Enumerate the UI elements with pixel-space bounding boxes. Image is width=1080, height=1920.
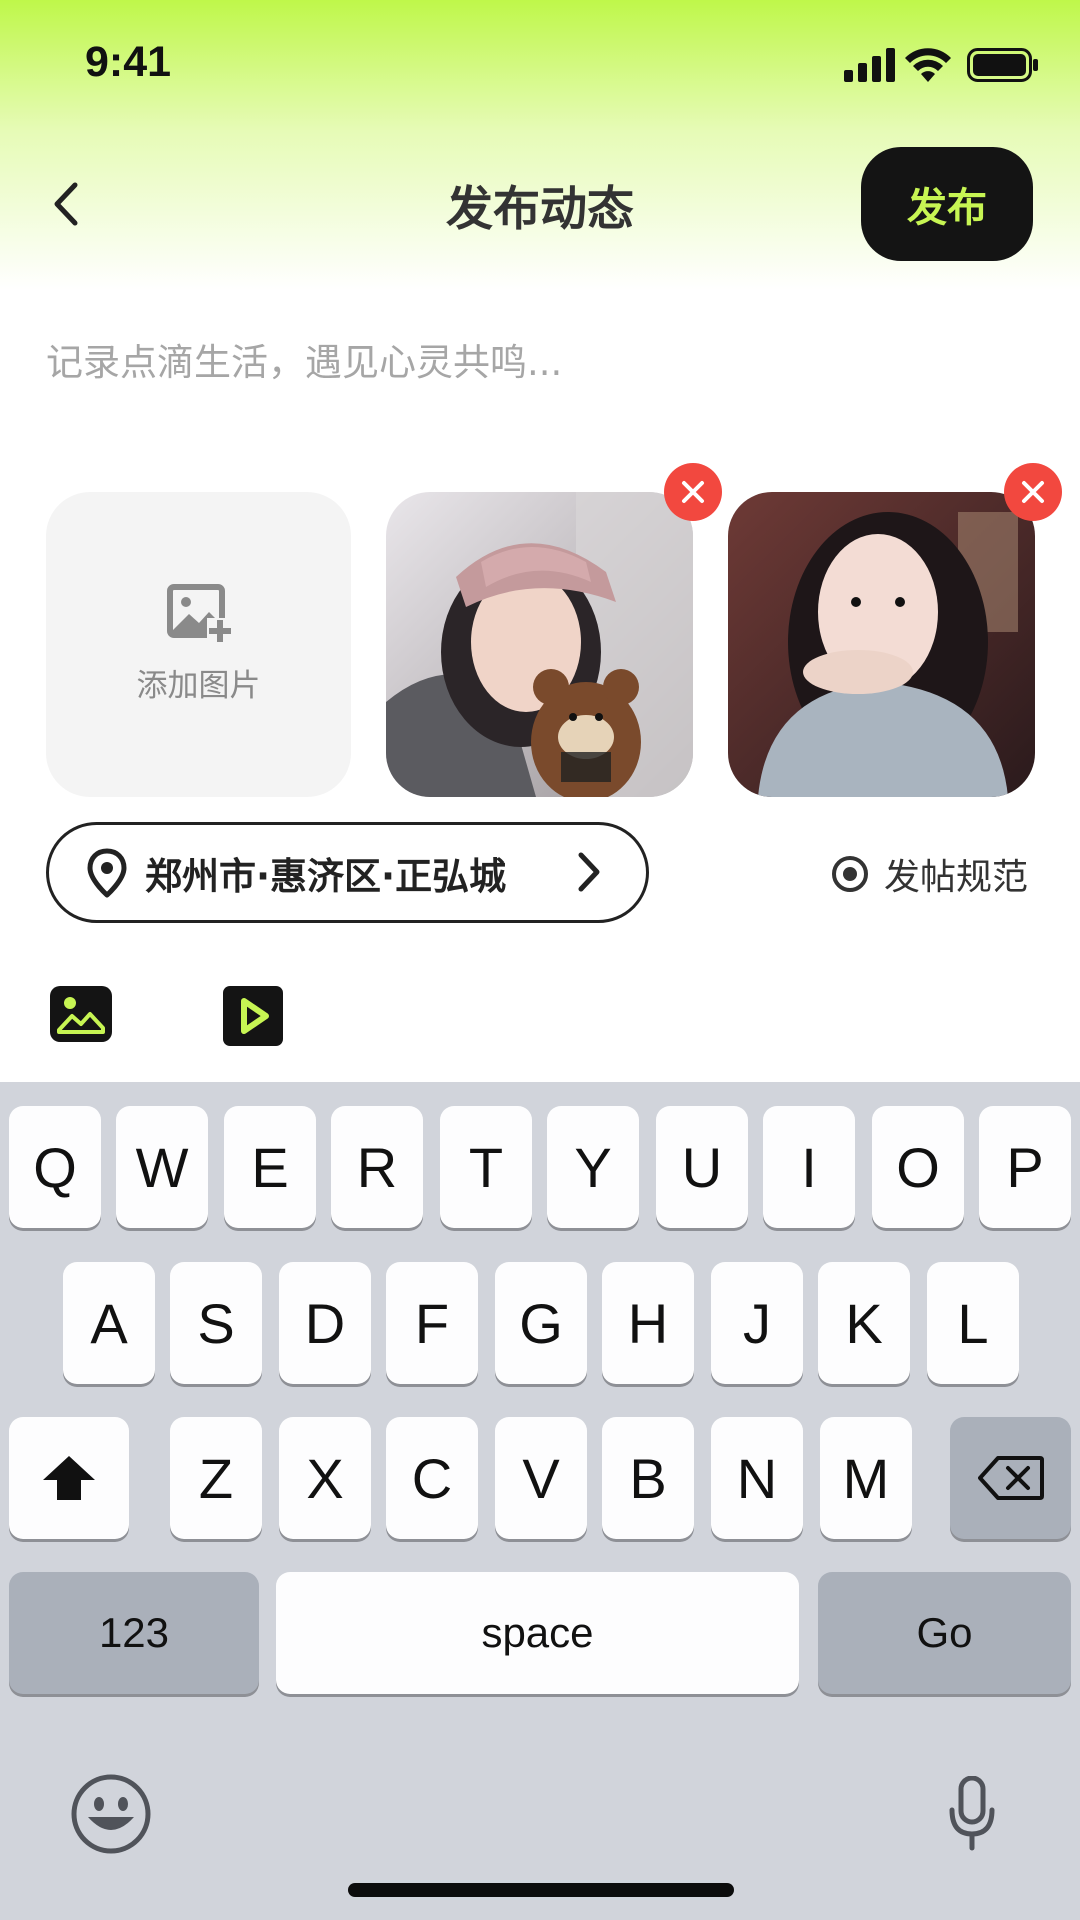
emoji-icon bbox=[71, 1774, 151, 1854]
key-u[interactable]: U bbox=[656, 1106, 748, 1228]
add-image-label: 添加图片 bbox=[136, 668, 261, 704]
battery-icon bbox=[967, 48, 1038, 82]
microphone-icon bbox=[949, 1775, 995, 1851]
status-bar: 9:41 bbox=[0, 0, 1080, 130]
close-icon bbox=[1022, 481, 1044, 503]
space-key[interactable]: space bbox=[276, 1572, 799, 1694]
key-b[interactable]: B bbox=[602, 1417, 694, 1539]
image-icon bbox=[50, 986, 112, 1042]
target-icon bbox=[832, 856, 868, 892]
publish-post-screen: 9:41 发布动态 发布 记录点滴生活，遇见心灵共鸣... 添加图片 郑州市·惠… bbox=[0, 0, 1080, 1920]
key-s[interactable]: S bbox=[170, 1262, 262, 1384]
key-j[interactable]: J bbox=[711, 1262, 803, 1384]
key-x[interactable]: X bbox=[279, 1417, 371, 1539]
shift-key[interactable] bbox=[9, 1417, 129, 1539]
add-image-button[interactable]: 添加图片 bbox=[46, 492, 351, 797]
key-m[interactable]: M bbox=[820, 1417, 912, 1539]
key-n[interactable]: N bbox=[711, 1417, 803, 1539]
key-g[interactable]: G bbox=[495, 1262, 587, 1384]
emoji-button[interactable] bbox=[70, 1773, 152, 1859]
go-key[interactable]: Go bbox=[818, 1572, 1071, 1694]
key-w[interactable]: W bbox=[116, 1106, 208, 1228]
key-z[interactable]: Z bbox=[170, 1417, 262, 1539]
key-r[interactable]: R bbox=[331, 1106, 423, 1228]
key-o[interactable]: O bbox=[872, 1106, 964, 1228]
cellular-signal-icon bbox=[844, 48, 895, 82]
home-indicator[interactable] bbox=[348, 1883, 734, 1897]
uploaded-photo[interactable] bbox=[386, 492, 693, 797]
photo-image bbox=[728, 492, 1035, 797]
key-c[interactable]: C bbox=[386, 1417, 478, 1539]
key-k[interactable]: K bbox=[818, 1262, 910, 1384]
key-y[interactable]: Y bbox=[547, 1106, 639, 1228]
remove-photo-button[interactable] bbox=[664, 463, 722, 521]
status-time: 9:41 bbox=[85, 38, 172, 86]
add-image-icon bbox=[167, 584, 233, 644]
delete-key[interactable] bbox=[950, 1417, 1071, 1539]
key-d[interactable]: D bbox=[279, 1262, 371, 1384]
location-pin-icon bbox=[87, 848, 127, 897]
video-icon bbox=[223, 986, 283, 1046]
remove-photo-button[interactable] bbox=[1004, 463, 1062, 521]
numbers-key[interactable]: 123 bbox=[9, 1572, 259, 1694]
insert-video-button[interactable] bbox=[223, 986, 283, 1050]
key-e[interactable]: E bbox=[224, 1106, 316, 1228]
insert-image-button[interactable] bbox=[50, 986, 112, 1046]
key-f[interactable]: F bbox=[386, 1262, 478, 1384]
key-a[interactable]: A bbox=[63, 1262, 155, 1384]
key-l[interactable]: L bbox=[927, 1262, 1019, 1384]
dictation-button[interactable] bbox=[948, 1775, 996, 1856]
post-content-input[interactable] bbox=[46, 330, 1036, 394]
publish-button[interactable]: 发布 bbox=[861, 147, 1033, 261]
photo-image bbox=[386, 492, 693, 797]
posting-rules-label: 发帖规范 bbox=[884, 857, 1029, 898]
key-q[interactable]: Q bbox=[9, 1106, 101, 1228]
wifi-icon bbox=[905, 48, 951, 82]
key-h[interactable]: H bbox=[602, 1262, 694, 1384]
key-t[interactable]: T bbox=[440, 1106, 532, 1228]
chevron-right-icon bbox=[578, 852, 600, 892]
backspace-icon bbox=[977, 1456, 1044, 1500]
close-icon bbox=[682, 481, 704, 503]
location-text: 郑州市·惠济区·正弘城 bbox=[145, 854, 507, 898]
posting-rules-link[interactable]: 发帖规范 bbox=[830, 848, 1028, 900]
key-v[interactable]: V bbox=[495, 1417, 587, 1539]
key-i[interactable]: I bbox=[763, 1106, 855, 1228]
keyboard: Q W E R T Y U I O P A S D F G H J K L Z … bbox=[0, 1082, 1080, 1920]
key-p[interactable]: P bbox=[979, 1106, 1071, 1228]
location-selector[interactable]: 郑州市·惠济区·正弘城 bbox=[46, 822, 649, 923]
shift-arrow-icon bbox=[43, 1456, 95, 1500]
uploaded-photo[interactable] bbox=[728, 492, 1035, 797]
